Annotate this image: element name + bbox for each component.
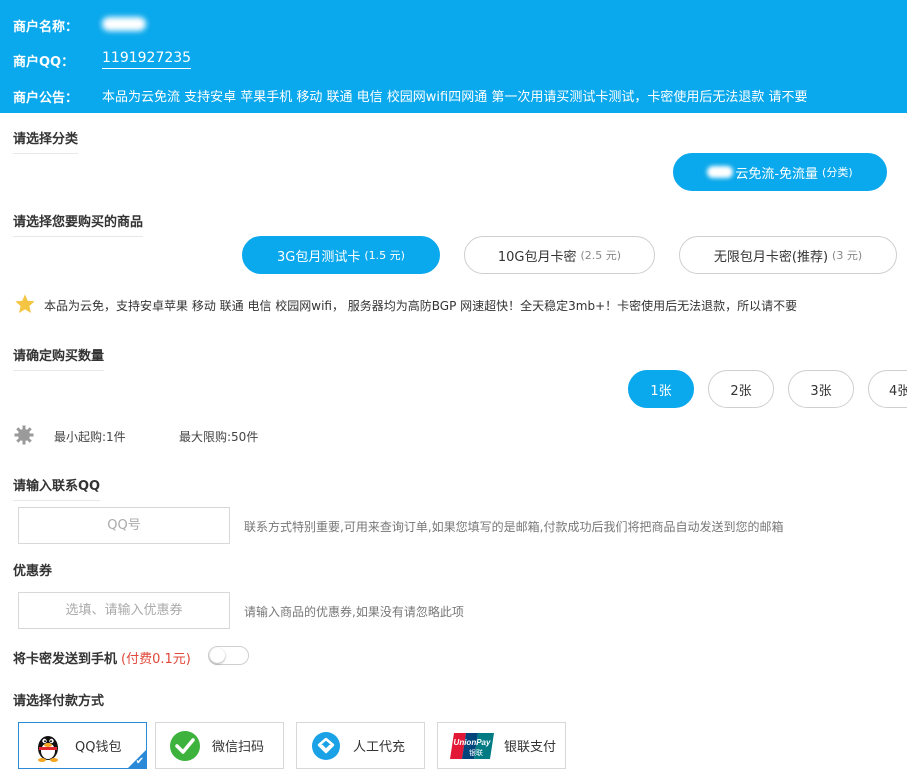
category-option-selected[interactable]: 云免流-免流量 (分类) xyxy=(673,153,887,191)
toggle-knob xyxy=(210,648,225,663)
payment-label: QQ钱包 xyxy=(75,740,122,755)
payment-option-qq-wallet[interactable]: QQ钱包 ✔ xyxy=(18,722,147,769)
qq-penguin-icon xyxy=(31,731,65,762)
coupon-hint: 请输入商品的优惠券,如果没有请忽略此项 xyxy=(244,605,464,619)
products-title: 请选择您要购买的商品 xyxy=(13,211,144,237)
product-name: 无限包月卡密(推荐) xyxy=(713,249,829,265)
category-name-redacted xyxy=(707,166,734,178)
unionpay-logo-text: UnionPay xyxy=(454,738,491,747)
checkmark-icon: ✔ xyxy=(135,756,144,767)
product-price: (2.5 元) xyxy=(580,249,622,262)
merchant-qq-value[interactable]: 1191927235 xyxy=(102,50,192,69)
min-purchase-label: 最小起购:1件 xyxy=(54,430,126,444)
quantity-option-1[interactable]: 1张 xyxy=(628,370,694,408)
product-name: 10G包月卡密 xyxy=(497,249,577,265)
merchant-notice-label: 商户公告： xyxy=(13,91,79,106)
category-option-suffix: (分类) xyxy=(822,166,853,179)
merchant-notice-text: 本品为云免流 支持安卓 苹果手机 移动 联通 电信 校园网wifi四网通 第一次… xyxy=(102,90,808,105)
merchant-qq-row: 商户QQ： xyxy=(13,51,74,70)
quantity-title: 请确定购买数量 xyxy=(13,345,105,371)
payment-label: 微信扫码 xyxy=(212,740,265,755)
payment-label: 人工代充 xyxy=(353,740,406,755)
contact-qq-hint: 联系方式特别重要,可用来查询订单,如果您填写的是邮箱,付款成功后我们将把商品自动… xyxy=(244,520,784,534)
payment-label: 银联支付 xyxy=(504,740,557,755)
product-name: 3G包月测试卡 xyxy=(277,249,361,265)
payment-title: 请选择付款方式 xyxy=(13,694,105,709)
payment-option-manual[interactable]: 人工代充 xyxy=(296,722,425,769)
merchant-qq-label: 商户QQ： xyxy=(13,55,75,70)
category-title: 请选择分类 xyxy=(13,128,79,154)
merchant-name-redacted xyxy=(102,17,146,31)
product-option-10g-monthly[interactable]: 10G包月卡密 (2.5 元) xyxy=(464,236,655,274)
merchant-name-row: 商户名称： xyxy=(13,16,78,35)
product-price: (3 元) xyxy=(832,249,863,262)
wechat-icon xyxy=(168,730,202,761)
contact-qq-title: 请输入联系QQ xyxy=(13,475,101,501)
manual-recharge-icon xyxy=(309,731,343,761)
category-option-label: 云免流-免流量 xyxy=(735,166,819,182)
merchant-header: 商户名称： 商户QQ： 1191927235 商户公告： 本品为云免流 支持安卓… xyxy=(0,0,907,113)
quantity-option-4[interactable]: 4张 xyxy=(868,370,907,408)
unionpay-logo-subtext: 银联 xyxy=(469,748,483,757)
product-price: (1.5 元) xyxy=(364,249,405,262)
merchant-name-label: 商户名称： xyxy=(13,20,79,35)
sms-delivery-text: 将卡密发送到手机 xyxy=(13,652,118,667)
quantity-option-3[interactable]: 3张 xyxy=(788,370,854,408)
payment-option-wechat[interactable]: 微信扫码 xyxy=(155,722,284,769)
max-purchase-label: 最大限购:50件 xyxy=(179,430,259,444)
product-option-3g-trial[interactable]: 3G包月测试卡 (1.5 元) xyxy=(242,236,440,274)
sms-delivery-label: 将卡密发送到手机 (付费0.1元) xyxy=(13,648,191,667)
quantity-option-2[interactable]: 2张 xyxy=(708,370,774,408)
star-icon xyxy=(15,294,35,313)
sms-delivery-toggle[interactable] xyxy=(208,646,249,665)
coupon-title: 优惠券 xyxy=(13,564,53,579)
merchant-notice-row: 商户公告： xyxy=(13,87,78,106)
product-option-unlimited-monthly[interactable]: 无限包月卡密(推荐) (3 元) xyxy=(679,236,897,274)
gear-icon xyxy=(14,425,34,445)
coupon-input[interactable] xyxy=(18,592,230,629)
unionpay-icon: UnionPay 银联 xyxy=(450,731,494,761)
contact-qq-input[interactable] xyxy=(18,507,230,544)
sms-fee-text: (付费0.1元) xyxy=(121,652,191,667)
product-description: 本品为云免，支持安卓苹果 移动 联通 电信 校园网wifi， 服务器均为高防BG… xyxy=(44,299,798,313)
payment-option-unionpay[interactable]: UnionPay 银联 银联支付 xyxy=(437,722,566,769)
